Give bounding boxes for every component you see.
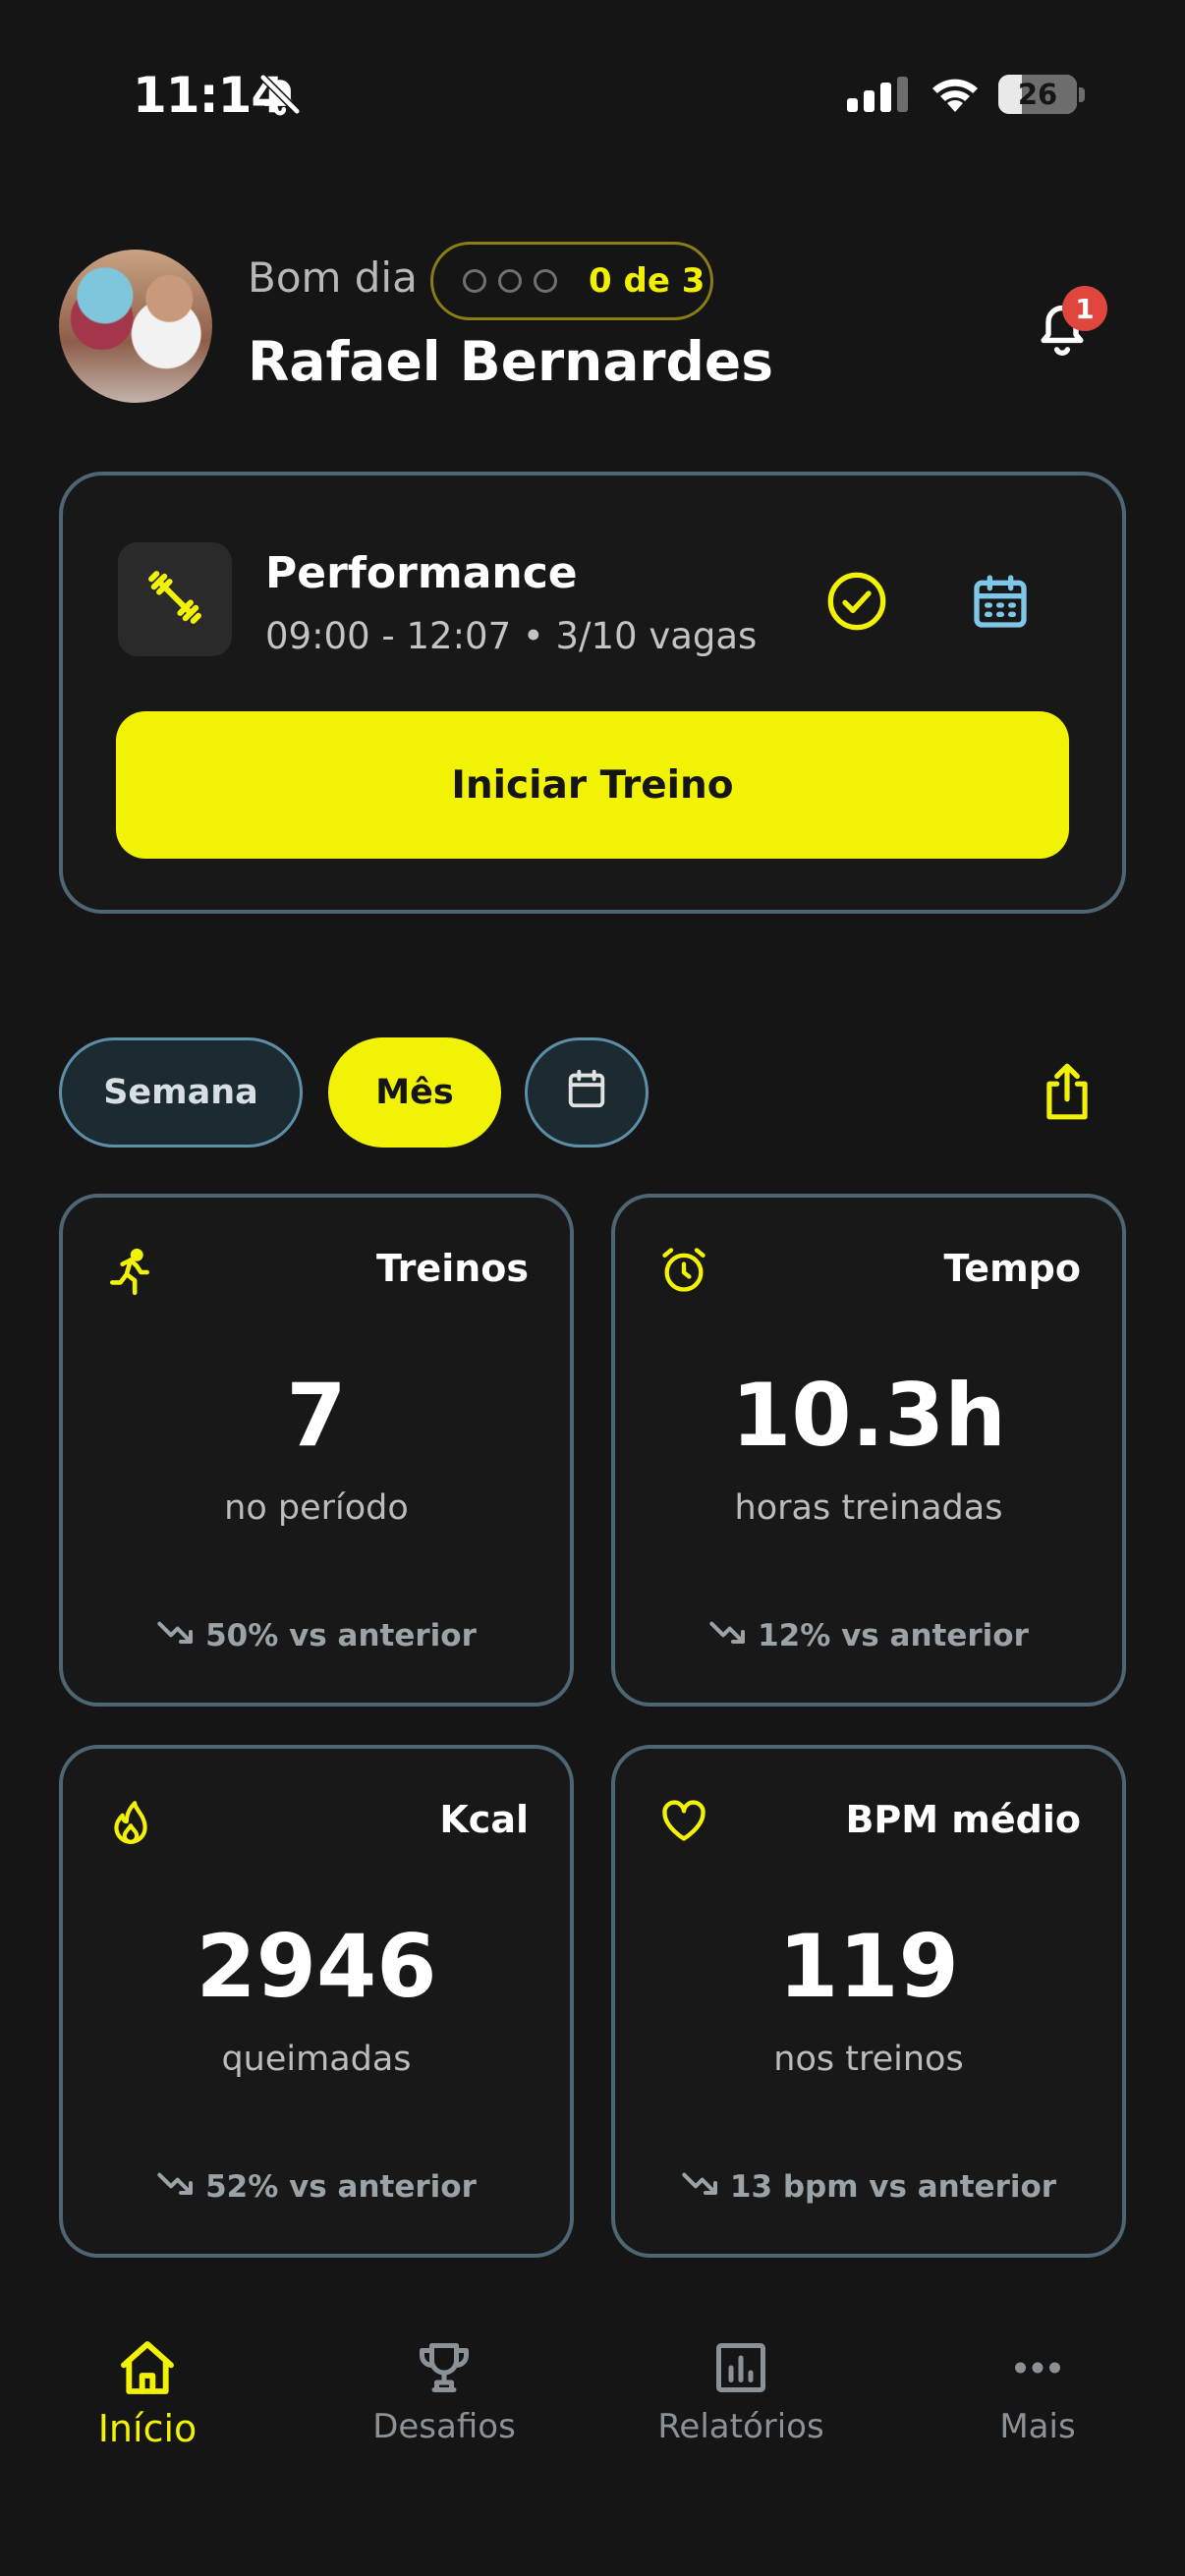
trending-down-icon bbox=[156, 2169, 205, 2205]
nav-label: Mais bbox=[999, 2407, 1076, 2446]
battery-level-text: 26 bbox=[1017, 78, 1058, 111]
share-icon[interactable] bbox=[1042, 1061, 1093, 1126]
battery-indicator: 26 bbox=[998, 75, 1077, 114]
dumbbell-icon bbox=[143, 566, 206, 633]
bell-off-icon bbox=[257, 71, 303, 122]
more-icon bbox=[1008, 2338, 1067, 2401]
nav-item-relatorios[interactable]: Relatórios bbox=[613, 2338, 869, 2446]
stat-card-bpm[interactable]: BPM médio 119 nos treinos 13 bpm vs ante… bbox=[611, 1745, 1126, 2258]
stat-caption: nos treinos bbox=[773, 2040, 964, 2079]
stat-trend-text: 13 bpm vs anterior bbox=[729, 2169, 1057, 2205]
start-workout-button[interactable]: Iniciar Treino bbox=[116, 711, 1069, 859]
workout-icon-box bbox=[118, 542, 232, 656]
filter-week-button[interactable]: Semana bbox=[59, 1037, 303, 1148]
nav-label: Início bbox=[97, 2407, 198, 2450]
battery-cap bbox=[1079, 87, 1085, 102]
next-workout-card: Performance 09:00 - 12:07 • 3/10 vagas I… bbox=[59, 472, 1126, 914]
nav-item-inicio[interactable]: Início bbox=[20, 2338, 275, 2450]
stat-trend: 50% vs anterior bbox=[63, 1618, 570, 1653]
stat-caption: horas treinadas bbox=[734, 1488, 1003, 1528]
goal-dot-icon bbox=[463, 269, 486, 293]
stat-caption: queimadas bbox=[221, 2040, 412, 2079]
cellular-signal-icon bbox=[847, 77, 912, 120]
alarm-clock-icon bbox=[658, 1245, 709, 1300]
nav-item-desafios[interactable]: Desafios bbox=[316, 2338, 572, 2446]
stat-card-kcal[interactable]: Kcal 2946 queimadas 52% vs anterior bbox=[59, 1745, 574, 2258]
avatar[interactable] bbox=[59, 250, 212, 403]
stat-title: BPM médio bbox=[845, 1798, 1081, 1841]
wifi-icon bbox=[928, 73, 983, 118]
bar-chart-icon bbox=[711, 2338, 770, 2401]
flame-icon bbox=[106, 1796, 155, 1851]
workout-schedule: 09:00 - 12:07 • 3/10 vagas bbox=[265, 615, 758, 657]
home-icon bbox=[116, 2338, 179, 2401]
nav-label: Relatórios bbox=[657, 2407, 824, 2446]
stat-value: 119 bbox=[778, 1916, 959, 2017]
trending-down-icon bbox=[708, 1618, 758, 1653]
stat-caption: no período bbox=[224, 1488, 409, 1528]
heart-icon bbox=[658, 1796, 709, 1847]
stat-title: Treinos bbox=[375, 1247, 529, 1290]
stat-trend-text: 50% vs anterior bbox=[205, 1618, 477, 1653]
calendar-icon bbox=[564, 1066, 609, 1120]
user-name: Rafael Bernardes bbox=[248, 330, 773, 393]
stat-trend: 13 bpm vs anterior bbox=[615, 2169, 1122, 2205]
weekly-goal-text: 0 de 3 bbox=[589, 261, 705, 301]
notification-badge: 1 bbox=[1062, 286, 1107, 331]
trending-down-icon bbox=[681, 2169, 730, 2205]
nav-item-mais[interactable]: Mais bbox=[910, 2338, 1165, 2446]
stat-trend: 52% vs anterior bbox=[63, 2169, 570, 2205]
stat-title: Kcal bbox=[439, 1798, 529, 1841]
greeting-text: Bom dia bbox=[248, 253, 418, 302]
goal-dot-icon bbox=[534, 269, 557, 293]
status-bar: 11:14 26 bbox=[0, 0, 1185, 196]
stat-card-workouts[interactable]: Treinos 7 no período 50% vs anterior bbox=[59, 1194, 574, 1707]
weekly-goal-pill[interactable]: 0 de 3 bbox=[430, 242, 713, 320]
workout-title: Performance bbox=[265, 548, 578, 598]
filter-month-button[interactable]: Mês bbox=[328, 1037, 501, 1148]
bottom-navigation: Início Desafios Relatórios Mais bbox=[0, 2289, 1185, 2486]
calendar-icon[interactable] bbox=[969, 570, 1032, 637]
trophy-icon bbox=[414, 2338, 475, 2401]
check-circle-icon[interactable] bbox=[825, 570, 888, 637]
stat-card-time[interactable]: Tempo 10.3h horas treinadas 12% vs anter… bbox=[611, 1194, 1126, 1707]
stat-value: 2946 bbox=[196, 1916, 437, 2017]
running-icon bbox=[106, 1245, 155, 1304]
stat-value: 10.3h bbox=[731, 1365, 1006, 1466]
stat-trend: 12% vs anterior bbox=[615, 1618, 1122, 1653]
stat-value: 7 bbox=[286, 1365, 347, 1466]
filter-custom-date-button[interactable] bbox=[525, 1037, 649, 1148]
stat-trend-text: 12% vs anterior bbox=[758, 1618, 1029, 1653]
goal-dot-icon bbox=[498, 269, 522, 293]
nav-label: Desafios bbox=[372, 2407, 516, 2446]
stat-title: Tempo bbox=[943, 1247, 1081, 1290]
stat-trend-text: 52% vs anterior bbox=[205, 2169, 477, 2205]
trending-down-icon bbox=[156, 1618, 205, 1653]
